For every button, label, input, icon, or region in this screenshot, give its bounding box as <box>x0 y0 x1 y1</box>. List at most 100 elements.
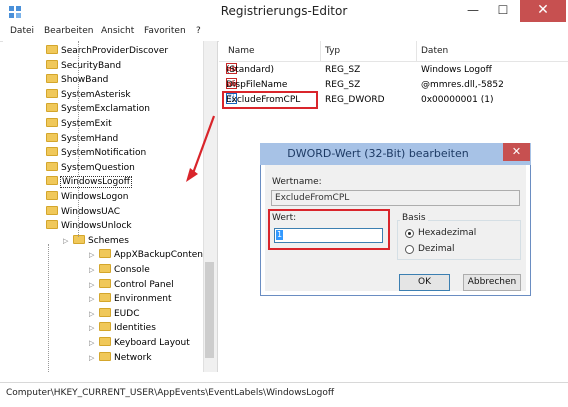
value-name-label: Wertname: <box>272 177 322 187</box>
folder-icon <box>46 161 58 171</box>
folder-icon <box>99 322 111 332</box>
annotation-highlight-box <box>268 209 390 250</box>
tree-item-label: WindowsLogoff <box>60 176 132 189</box>
tree-item[interactable]: ▷ Console <box>89 263 150 277</box>
expand-arrow-icon[interactable]: ▷ <box>89 248 97 262</box>
value-name: (Standard) <box>226 65 274 75</box>
tree-item-label: Control Panel <box>114 279 174 290</box>
column-header-type[interactable]: Typ <box>325 46 340 56</box>
expand-arrow-icon[interactable]: ▷ <box>89 336 97 350</box>
folder-icon <box>46 88 58 98</box>
folder-icon <box>46 45 58 54</box>
close-button[interactable]: ✕ <box>520 0 566 22</box>
folder-icon <box>99 249 111 259</box>
tree-item-label: WindowsLogon <box>61 192 129 202</box>
maximize-button[interactable]: ☐ <box>488 0 518 22</box>
menu-favoriten[interactable]: Favoriten <box>144 26 186 36</box>
folder-icon <box>46 118 58 127</box>
radio-hexadecimal-label[interactable]: Hexadezimal <box>418 228 476 238</box>
folder-icon <box>46 191 58 200</box>
tree-item-label: WindowsUAC <box>61 206 121 217</box>
menu-help[interactable]: ? <box>196 26 201 36</box>
tree-item[interactable]: SystemHand <box>46 132 118 146</box>
value-row[interactable]: ab (Standard) REG_SZ Windows Logoff <box>222 63 562 78</box>
tree-item-label: SystemAsterisk <box>61 89 131 100</box>
tree-item[interactable]: ▷ Control Panel <box>89 278 174 292</box>
folder-icon <box>46 176 58 186</box>
annotation-arrow-icon <box>186 115 216 182</box>
tree-item[interactable]: ▷ Schemes <box>63 234 129 248</box>
tree-item[interactable]: WindowsUnlock <box>46 219 132 233</box>
cancel-button[interactable]: Abbrechen <box>463 274 521 291</box>
folder-icon <box>46 74 58 84</box>
value-data: @mmres.dll,-5852 <box>421 80 504 90</box>
tree-item[interactable]: WindowsLogoff <box>46 175 132 189</box>
column-header-data[interactable]: Daten <box>421 46 448 56</box>
tree-item[interactable]: SystemExclamation <box>46 102 150 116</box>
expand-arrow-icon[interactable]: ▷ <box>89 292 97 306</box>
folder-icon <box>99 307 111 317</box>
expand-arrow-icon[interactable]: ▷ <box>89 263 97 277</box>
tree-connector-line <box>48 244 50 372</box>
tree-item[interactable]: WindowsLogon <box>46 190 128 204</box>
tree-item-label: Console <box>114 265 150 275</box>
tree-item[interactable]: ▷ AppXBackupContentType <box>89 248 217 262</box>
tree-item[interactable]: SecurityBand <box>46 59 121 73</box>
radio-decimal[interactable] <box>405 245 414 254</box>
value-name-field: ExcludeFromCPL <box>271 190 520 206</box>
folder-icon <box>99 278 111 288</box>
menu-datei[interactable]: Datei <box>10 26 34 36</box>
tree-item[interactable]: ▷ Identities <box>89 321 156 335</box>
tree-item-label: EUDC <box>114 308 140 319</box>
column-separator[interactable] <box>320 41 321 61</box>
tree-item[interactable]: ▷ Network <box>89 351 152 365</box>
tree-item[interactable]: SystemQuestion <box>46 161 135 175</box>
radio-hexadecimal[interactable] <box>405 229 414 238</box>
expand-arrow-icon[interactable]: ▷ <box>89 351 97 365</box>
expand-arrow-icon[interactable]: ▷ <box>89 307 97 321</box>
tree-item[interactable]: SystemAsterisk <box>46 88 131 102</box>
tree-item-label: SystemHand <box>61 133 119 144</box>
registry-tree[interactable]: SearchProviderDiscover SecurityBand ShowBa… <box>3 41 218 372</box>
expand-arrow-icon[interactable]: ▷ <box>63 234 71 248</box>
ok-button[interactable]: OK <box>399 274 450 291</box>
tree-item-label: Environment <box>114 294 172 305</box>
folder-icon <box>46 220 58 230</box>
status-path: Computer\HKEY_CURRENT_USER\AppEvents\Eve… <box>6 388 335 398</box>
tree-connector-line <box>78 41 80 237</box>
menu-bar: Datei Bearbeiten Ansicht Favoriten ? <box>0 25 568 42</box>
folder-icon <box>46 59 58 69</box>
menu-ansicht[interactable]: Ansicht <box>101 26 134 36</box>
tree-item-label: Keyboard Layout <box>114 338 190 348</box>
folder-icon <box>99 351 111 361</box>
value-type: REG_SZ <box>325 80 361 90</box>
tree-item-label: SystemExclamation <box>61 104 150 115</box>
folder-icon <box>46 103 58 113</box>
tree-item[interactable]: ▷ Keyboard Layout <box>89 336 190 350</box>
tree-item-label: SystemNotification <box>61 148 147 159</box>
tree-item-label: Schemes <box>88 235 129 246</box>
radio-decimal-label[interactable]: Dezimal <box>418 244 454 254</box>
expand-arrow-icon[interactable]: ▷ <box>89 278 97 292</box>
menu-bearbeiten[interactable]: Bearbeiten <box>44 26 93 36</box>
column-header-name[interactable]: Name <box>228 46 255 56</box>
tree-scrollbar-thumb[interactable] <box>205 262 214 358</box>
folder-icon <box>46 132 58 142</box>
expand-arrow-icon[interactable]: ▷ <box>89 321 97 335</box>
tree-item-label: WindowsUnlock <box>61 221 132 232</box>
column-separator[interactable] <box>416 41 417 61</box>
tree-item[interactable]: ▷ Environment <box>89 292 171 306</box>
folder-icon <box>46 147 58 157</box>
folder-icon <box>46 205 58 215</box>
tree-item[interactable]: WindowsUAC <box>46 205 120 219</box>
annotation-highlight-box <box>222 91 318 109</box>
dialog-close-button[interactable]: ✕ <box>503 143 530 161</box>
tree-item[interactable]: SystemNotification <box>46 146 146 160</box>
folder-icon <box>99 264 111 273</box>
dialog-title: DWORD-Wert (32-Bit) bearbeiten <box>287 147 469 160</box>
value-data: 0x00000001 (1) <box>421 95 494 105</box>
tree-item[interactable]: ▷ EUDC <box>89 307 140 321</box>
base-label: Basis <box>400 213 428 223</box>
tree-item[interactable]: SearchProviderDiscover <box>46 44 168 58</box>
minimize-button[interactable]: — <box>458 0 488 22</box>
